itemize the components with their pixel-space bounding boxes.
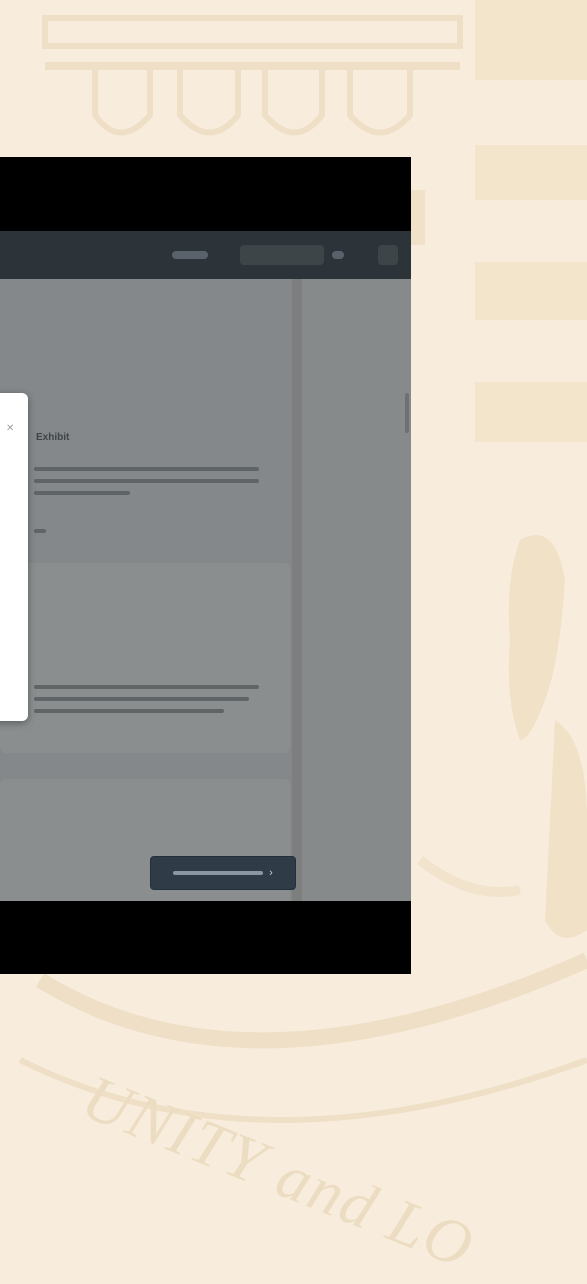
primary-action-button[interactable]: › bbox=[150, 856, 296, 890]
card-text-line bbox=[34, 685, 259, 689]
card-text-line bbox=[34, 697, 249, 701]
topbar-button[interactable] bbox=[240, 245, 324, 265]
card-text-line bbox=[34, 479, 259, 483]
app-topbar bbox=[0, 231, 411, 279]
topbar-separator bbox=[332, 251, 344, 259]
modal-dialog[interactable]: ✕ bbox=[0, 393, 28, 721]
topbar-indicator bbox=[172, 251, 208, 259]
app-screen bbox=[0, 231, 411, 901]
content-card-top bbox=[0, 563, 290, 753]
close-icon[interactable]: ✕ bbox=[6, 423, 14, 434]
scrollbar[interactable] bbox=[405, 393, 409, 433]
card-text-line bbox=[34, 529, 46, 533]
card-text-line bbox=[34, 467, 259, 471]
card-title: Exhibit bbox=[36, 432, 70, 443]
button-label-placeholder bbox=[173, 871, 264, 875]
arrow-right-icon: › bbox=[269, 867, 273, 879]
card-text-line bbox=[34, 709, 224, 713]
video-frame bbox=[0, 157, 411, 974]
side-panel bbox=[302, 279, 411, 901]
topbar-menu-button[interactable] bbox=[378, 245, 398, 265]
card-text-line bbox=[34, 491, 130, 495]
